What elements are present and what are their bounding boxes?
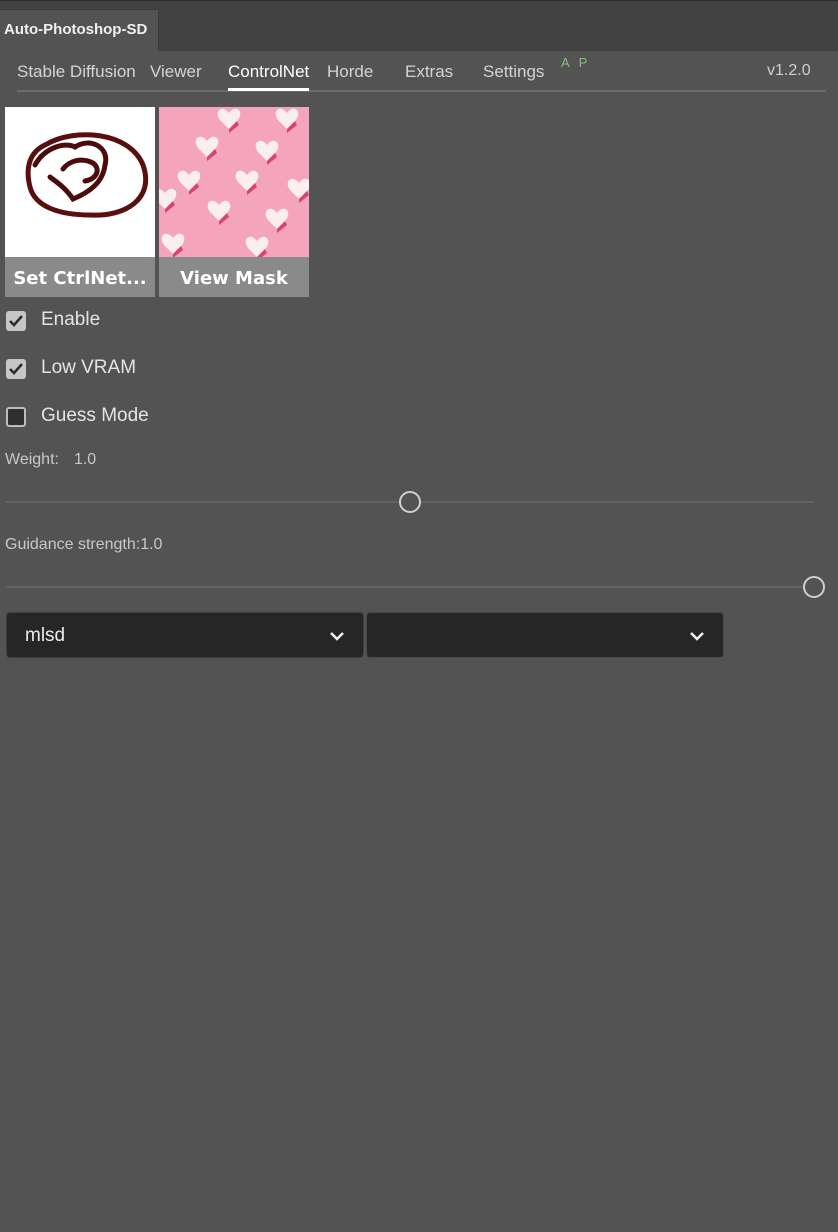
panel-header: Auto-Photoshop-SD <box>0 0 838 51</box>
guess-mode-label: Guess Mode <box>41 405 149 426</box>
tab-extras[interactable]: Extras <box>405 62 453 82</box>
tab-stable-diffusion[interactable]: Stable Diffusion <box>17 62 136 82</box>
guidance-label-text: Guidance strength: <box>5 536 141 553</box>
active-tab-indicator <box>228 88 309 91</box>
view-mask-label: View Mask <box>159 257 309 297</box>
panel-title: Auto-Photoshop-SD <box>4 21 148 38</box>
guidance-slider-track[interactable] <box>6 586 814 588</box>
guess-mode-checkbox[interactable] <box>6 407 26 427</box>
guidance-value: 1.0 <box>140 536 163 553</box>
weight-label: Weight: 1.0 <box>5 451 96 469</box>
enable-checkbox[interactable] <box>6 311 26 331</box>
tab-viewer[interactable]: Viewer <box>150 62 202 82</box>
main-tabs: Stable Diffusion Viewer ControlNet Horde… <box>17 50 826 92</box>
model-select[interactable] <box>366 612 724 658</box>
ctrlnet-image-button[interactable]: Set CtrlNet... <box>5 107 155 297</box>
weight-slider-handle[interactable] <box>399 491 421 513</box>
guidance-label: Guidance strength:1.0 <box>5 536 162 554</box>
status-badge: A P <box>561 55 591 70</box>
version-label: v1.2.0 <box>767 62 811 79</box>
low-vram-checkbox[interactable] <box>6 359 26 379</box>
tab-horde[interactable]: Horde <box>327 62 373 82</box>
ctrlnet-preview-image <box>5 107 155 257</box>
preprocessor-select[interactable]: mlsd <box>6 612 364 658</box>
guidance-slider-handle[interactable] <box>803 576 825 598</box>
preprocessor-value: mlsd <box>25 625 66 646</box>
chevron-down-icon <box>330 632 344 641</box>
ctrlnet-image-label: Set CtrlNet... <box>5 257 155 297</box>
weight-value: 1.0 <box>73 451 97 468</box>
enable-label: Enable <box>41 309 101 330</box>
panel-tab[interactable]: Auto-Photoshop-SD <box>0 9 159 51</box>
view-mask-button[interactable]: View Mask <box>159 107 309 297</box>
weight-label-text: Weight: <box>5 451 59 468</box>
low-vram-label: Low VRAM <box>41 357 137 378</box>
tab-controlnet[interactable]: ControlNet <box>228 62 309 82</box>
mask-preview-image <box>159 107 309 257</box>
chevron-down-icon <box>690 632 704 641</box>
tab-settings[interactable]: Settings <box>483 62 544 82</box>
